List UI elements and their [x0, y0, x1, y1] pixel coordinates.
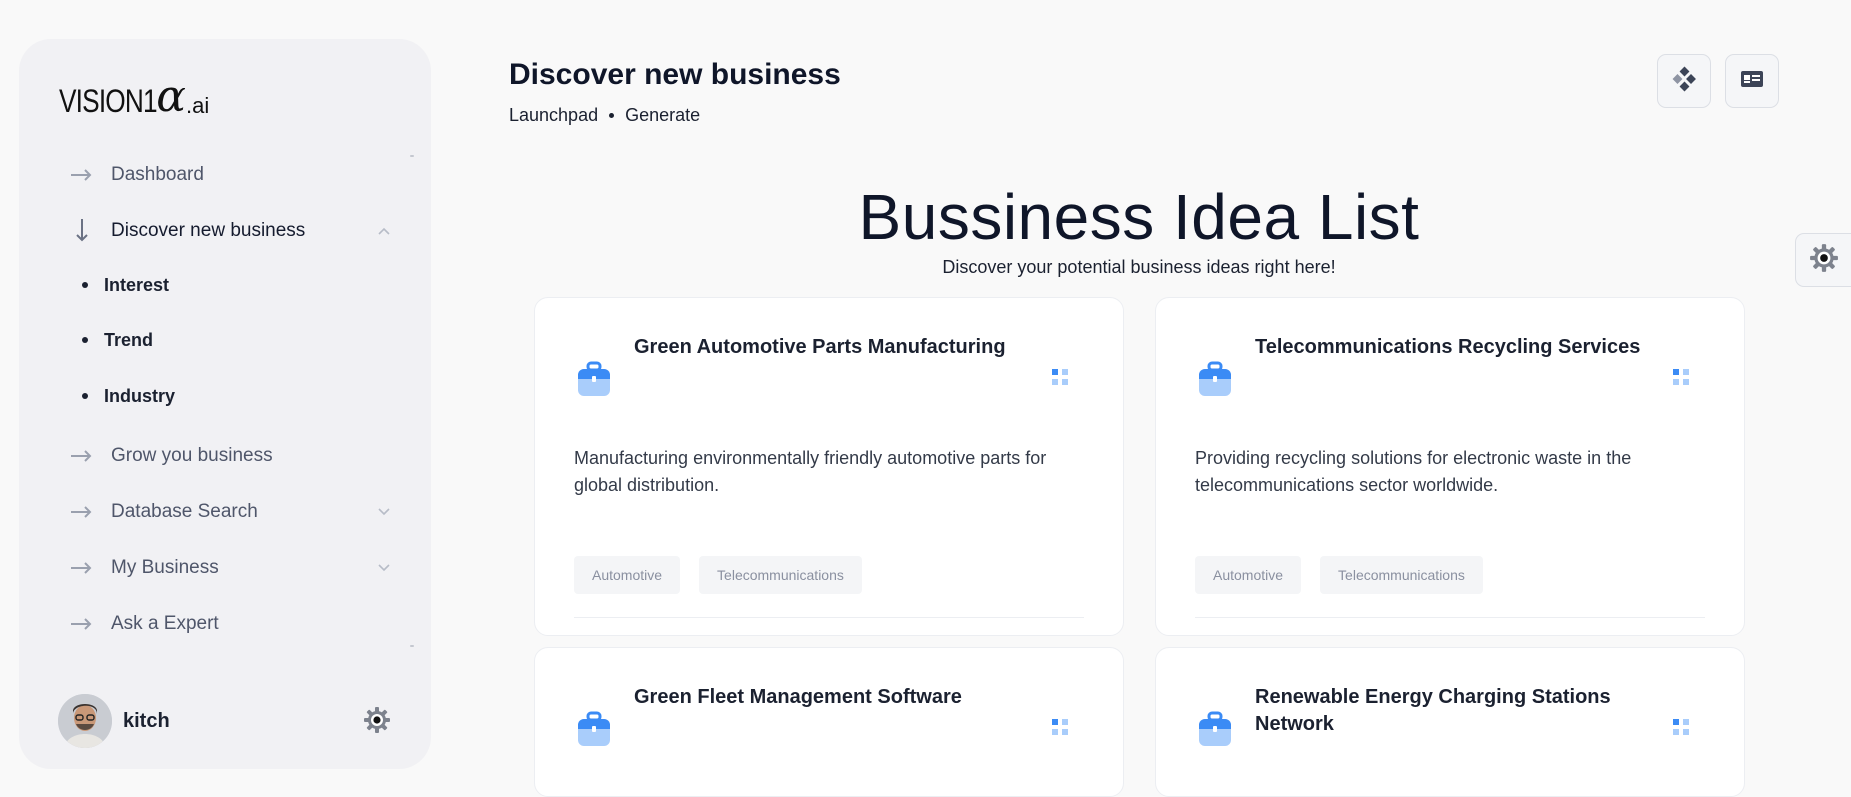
- briefcase-icon: [575, 710, 613, 748]
- tag[interactable]: Automotive: [1195, 556, 1302, 594]
- card-tags: Automotive Telecommunications: [574, 556, 862, 594]
- card-title[interactable]: Telecommunications Recycling Services: [1255, 334, 1675, 361]
- sidebar-item-grow-your-business[interactable]: Grow you business: [71, 440, 391, 472]
- sidebar-item-dashboard[interactable]: Dashboard: [71, 159, 391, 191]
- sidebar-item-label: Dashboard: [111, 164, 204, 185]
- logo-alpha: α: [156, 71, 186, 123]
- briefcase-icon: [575, 360, 613, 398]
- briefcase-icon: [1196, 360, 1234, 398]
- sidebar-item-label: Database Search: [111, 501, 258, 522]
- arrow-right-icon: [71, 445, 93, 467]
- sidebar-item-label: Grow you business: [111, 445, 273, 466]
- card-title[interactable]: Green Fleet Management Software: [634, 684, 1054, 711]
- sidebar-item-label: My Business: [111, 557, 219, 578]
- card-title[interactable]: Renewable Energy Charging Stations Netwo…: [1255, 684, 1635, 738]
- chevron-down-icon[interactable]: [377, 560, 391, 578]
- logo-suffix: .ai: [185, 93, 210, 118]
- sidebar-item-ask-an-expert[interactable]: Ask a Expert: [71, 608, 391, 640]
- page-title: Discover new business: [509, 58, 841, 91]
- arrow-right-icon: [71, 501, 93, 523]
- arrow-right-icon: [71, 164, 93, 186]
- card-divider: [574, 617, 1084, 618]
- card-divider: [1195, 617, 1705, 618]
- bullet: [82, 337, 88, 343]
- sidebar-item-database-search[interactable]: Database Search: [71, 496, 391, 528]
- logo[interactable]: VISION1 α .ai: [59, 71, 210, 123]
- settings-gear-icon[interactable]: [363, 706, 391, 734]
- diamond-grid-icon: [1671, 66, 1697, 97]
- sidebar: VISION1 α .ai Dashboard Discover new bus…: [19, 39, 431, 769]
- sidebar-item-label: Discover new business: [111, 220, 306, 241]
- user-name: kitch: [123, 709, 170, 732]
- user-profile[interactable]: kitch: [58, 694, 170, 748]
- logo-text: VISION1: [59, 83, 158, 119]
- sidebar-item-discover-new-business[interactable]: Discover new business: [71, 215, 391, 247]
- grid-icon[interactable]: [1672, 718, 1690, 736]
- sidebar-subitem-industry[interactable]: Industry: [82, 382, 175, 410]
- arrow-down-icon: [71, 219, 93, 242]
- breadcrumb-item-generate[interactable]: Generate: [625, 105, 700, 126]
- sidebar-item-my-business[interactable]: My Business: [71, 552, 391, 584]
- arrow-right-icon: [71, 557, 93, 579]
- scroll-indicator-bottom: [410, 645, 414, 647]
- card-tags: Automotive Telecommunications: [1195, 556, 1483, 594]
- sidebar-subitem-label: Interest: [104, 274, 170, 295]
- business-idea-card[interactable]: Green Automotive Parts Manufacturing Man…: [534, 297, 1124, 636]
- settings-gear-icon: [1809, 243, 1839, 278]
- card-description: Manufacturing environmentally friendly a…: [574, 448, 1047, 495]
- floating-settings-button[interactable]: [1795, 233, 1851, 287]
- id-card-icon: [1740, 70, 1764, 93]
- breadcrumb-separator: [609, 113, 615, 118]
- apps-button[interactable]: [1657, 54, 1711, 108]
- sidebar-subitem-label: Industry: [104, 385, 176, 406]
- chevron-up-icon[interactable]: [377, 223, 391, 241]
- tag[interactable]: Telecommunications: [699, 556, 862, 594]
- grid-icon[interactable]: [1672, 368, 1690, 386]
- scroll-indicator-top: [410, 155, 414, 157]
- list-subtitle: Discover your potential business ideas r…: [942, 257, 1336, 277]
- business-idea-card[interactable]: Renewable Energy Charging Stations Netwo…: [1155, 647, 1745, 797]
- breadcrumb: Launchpad Generate: [509, 105, 700, 126]
- business-idea-card[interactable]: Telecommunications Recycling Services Pr…: [1155, 297, 1745, 636]
- briefcase-icon: [1196, 710, 1234, 748]
- profile-card-button[interactable]: [1725, 54, 1779, 108]
- breadcrumb-item-launchpad[interactable]: Launchpad: [509, 105, 598, 126]
- sidebar-subitem-interest[interactable]: Interest: [82, 271, 169, 299]
- bullet: [82, 393, 88, 399]
- business-idea-card[interactable]: Green Fleet Management Software: [534, 647, 1124, 797]
- sidebar-subitem-trend[interactable]: Trend: [82, 326, 153, 354]
- sidebar-item-label: Ask a Expert: [111, 613, 219, 634]
- arrow-right-icon: [71, 613, 93, 635]
- tag[interactable]: Automotive: [574, 556, 681, 594]
- tag[interactable]: Telecommunications: [1320, 556, 1483, 594]
- grid-icon[interactable]: [1051, 718, 1069, 736]
- bullet: [82, 282, 88, 288]
- grid-icon[interactable]: [1051, 368, 1069, 386]
- sidebar-subitem-label: Trend: [104, 329, 154, 350]
- list-title: Bussiness Idea List: [858, 181, 1420, 253]
- card-description: Providing recycling solutions for electr…: [1195, 448, 1632, 495]
- card-title[interactable]: Green Automotive Parts Manufacturing: [634, 334, 1054, 361]
- chevron-down-icon[interactable]: [377, 504, 391, 522]
- avatar[interactable]: [58, 694, 112, 748]
